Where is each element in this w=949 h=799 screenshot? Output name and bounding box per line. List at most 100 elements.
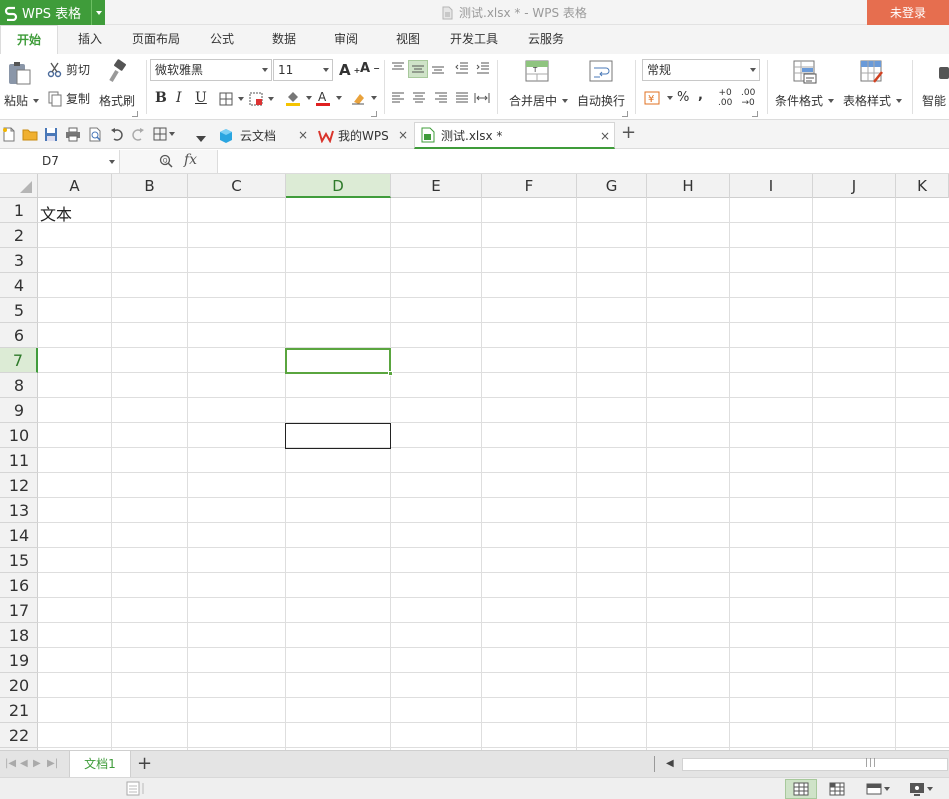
decrease-font-size-icon[interactable]: A − [360,61,380,76]
merge-center-icon[interactable]: T [525,60,549,82]
page-break-view-button[interactable] [821,779,853,799]
merge-center-button[interactable]: 合并居中 [509,92,569,109]
row-header-16[interactable]: 16 [0,573,38,598]
row-header-6[interactable]: 6 [0,323,38,348]
column-header-g[interactable]: G [577,174,647,198]
close-icon[interactable]: × [298,128,308,142]
horizontal-scrollbar[interactable]: ||| [682,758,948,771]
number-group-launcher[interactable] [752,111,758,117]
tab-home[interactable]: 开始 [0,25,58,54]
currency-format-icon[interactable]: ¥ [644,90,673,106]
row-header-2[interactable]: 2 [0,223,38,248]
row-header-11[interactable]: 11 [0,448,38,473]
borders-icon[interactable] [219,92,244,106]
thousands-separator-icon[interactable]: , [698,88,703,103]
row-header-20[interactable]: 20 [0,673,38,698]
tab-cloud-service[interactable]: 云服务 [516,25,576,54]
doc-tab-current[interactable]: 测试.xlsx * × [414,122,615,149]
open-folder-icon[interactable] [22,127,38,142]
number-format-select[interactable]: 常规 [642,59,760,81]
column-header-f[interactable]: F [482,174,577,198]
conditional-format-button[interactable]: 条件格式 [775,92,835,109]
bold-icon[interactable]: B [155,90,167,106]
column-header-a[interactable]: A [38,174,112,198]
decrease-decimal-icon[interactable]: .00 →0 [741,88,755,108]
clear-format-icon[interactable] [350,90,377,106]
row-header-22[interactable]: 22 [0,723,38,748]
wrap-text-button[interactable]: 自动换行 [577,92,625,109]
increase-indent-icon[interactable] [476,62,490,74]
distributed-align-icon[interactable] [474,92,490,104]
new-tab-plus-icon[interactable]: + [621,124,636,142]
zoom-search-icon[interactable]: Q [159,154,173,168]
save-icon[interactable] [44,127,58,142]
active-cell-cursor[interactable] [285,348,393,376]
name-box[interactable]: D7 [0,150,120,173]
smart-tool-button[interactable]: 智能 [922,92,946,109]
row-header-10[interactable]: 10 [0,423,38,448]
app-menu-dropdown[interactable] [91,0,105,25]
row-header-21[interactable]: 21 [0,698,38,723]
italic-icon[interactable]: I [176,90,182,106]
increase-decimal-icon[interactable]: +0.00 [718,88,732,108]
row-header-12[interactable]: 12 [0,473,38,498]
first-sheet-icon[interactable]: |◀ [5,758,16,769]
increase-font-size-icon[interactable]: A + [339,61,360,79]
row-header-9[interactable]: 9 [0,398,38,423]
prev-sheet-icon[interactable]: ◀ [20,758,28,769]
column-header-d[interactable]: D [286,174,391,198]
doc-tab-cloud[interactable]: 云文档 × [214,122,312,149]
align-center-icon[interactable] [412,92,426,104]
row-header-19[interactable]: 19 [0,648,38,673]
row-header-13[interactable]: 13 [0,498,38,523]
cell-D10-outline[interactable] [285,423,391,449]
cell-fill-pattern-icon[interactable] [249,92,274,106]
font-name-select[interactable]: 微软雅黑 [150,59,272,81]
new-file-icon[interactable] [2,127,16,142]
reading-layout-button[interactable] [860,779,896,799]
alignment-group-launcher[interactable] [622,111,628,117]
wrap-text-icon[interactable] [589,60,613,82]
next-sheet-icon[interactable]: ▶ [33,758,41,769]
tab-review[interactable]: 审阅 [322,25,370,54]
column-header-h[interactable]: H [647,174,730,198]
table-style-button[interactable]: 表格样式 [843,92,903,109]
align-bottom-icon[interactable] [431,62,445,74]
row-header-5[interactable]: 5 [0,298,38,323]
tab-insert[interactable]: 插入 [66,25,114,54]
tab-data[interactable]: 数据 [260,25,308,54]
align-top-icon[interactable] [391,62,405,74]
font-color-icon[interactable]: A [315,90,342,106]
print-preview-icon[interactable] [88,127,103,142]
undo-icon[interactable] [110,127,124,142]
scroll-left-icon[interactable]: ◀ [666,758,674,769]
cut-button[interactable]: 剪切 [47,61,90,78]
column-header-b[interactable]: B [112,174,188,198]
sheet-tab-1[interactable]: 文档1 [69,751,131,778]
row-header-8[interactable]: 8 [0,373,38,398]
row-header-7[interactable]: 7 [0,348,38,373]
column-header-k[interactable]: K [896,174,949,198]
spreadsheet-grid[interactable]: ABCDEFGHIJK 1 2 3 4 5 6 7 8 9 10 11 12 13 14 15 16 17 18 1… [0,174,949,750]
tab-developer[interactable]: 开发工具 [442,25,506,54]
function-icon[interactable]: fx [184,152,197,168]
row-header-15[interactable]: 15 [0,548,38,573]
format-painter-icon[interactable] [104,59,130,83]
paste-icon[interactable] [6,60,32,86]
row-header-3[interactable]: 3 [0,248,38,273]
row-header-1[interactable]: 1 [0,198,38,223]
row-header-14[interactable]: 14 [0,523,38,548]
row-header-18[interactable]: 18 [0,623,38,648]
close-icon[interactable]: × [398,128,408,142]
justify-icon[interactable] [455,92,469,104]
column-header-c[interactable]: C [188,174,286,198]
column-header-j[interactable]: J [813,174,896,198]
doc-tab-mywps[interactable]: 我的WPS × [314,122,412,149]
conditional-format-icon[interactable] [793,60,817,84]
percent-icon[interactable]: % [677,90,689,105]
formula-input[interactable] [219,150,949,173]
font-group-launcher[interactable] [371,111,377,117]
format-painter-button[interactable]: 格式刷 [99,92,135,109]
decrease-indent-icon[interactable] [455,62,469,74]
column-header-i[interactable]: I [730,174,813,198]
